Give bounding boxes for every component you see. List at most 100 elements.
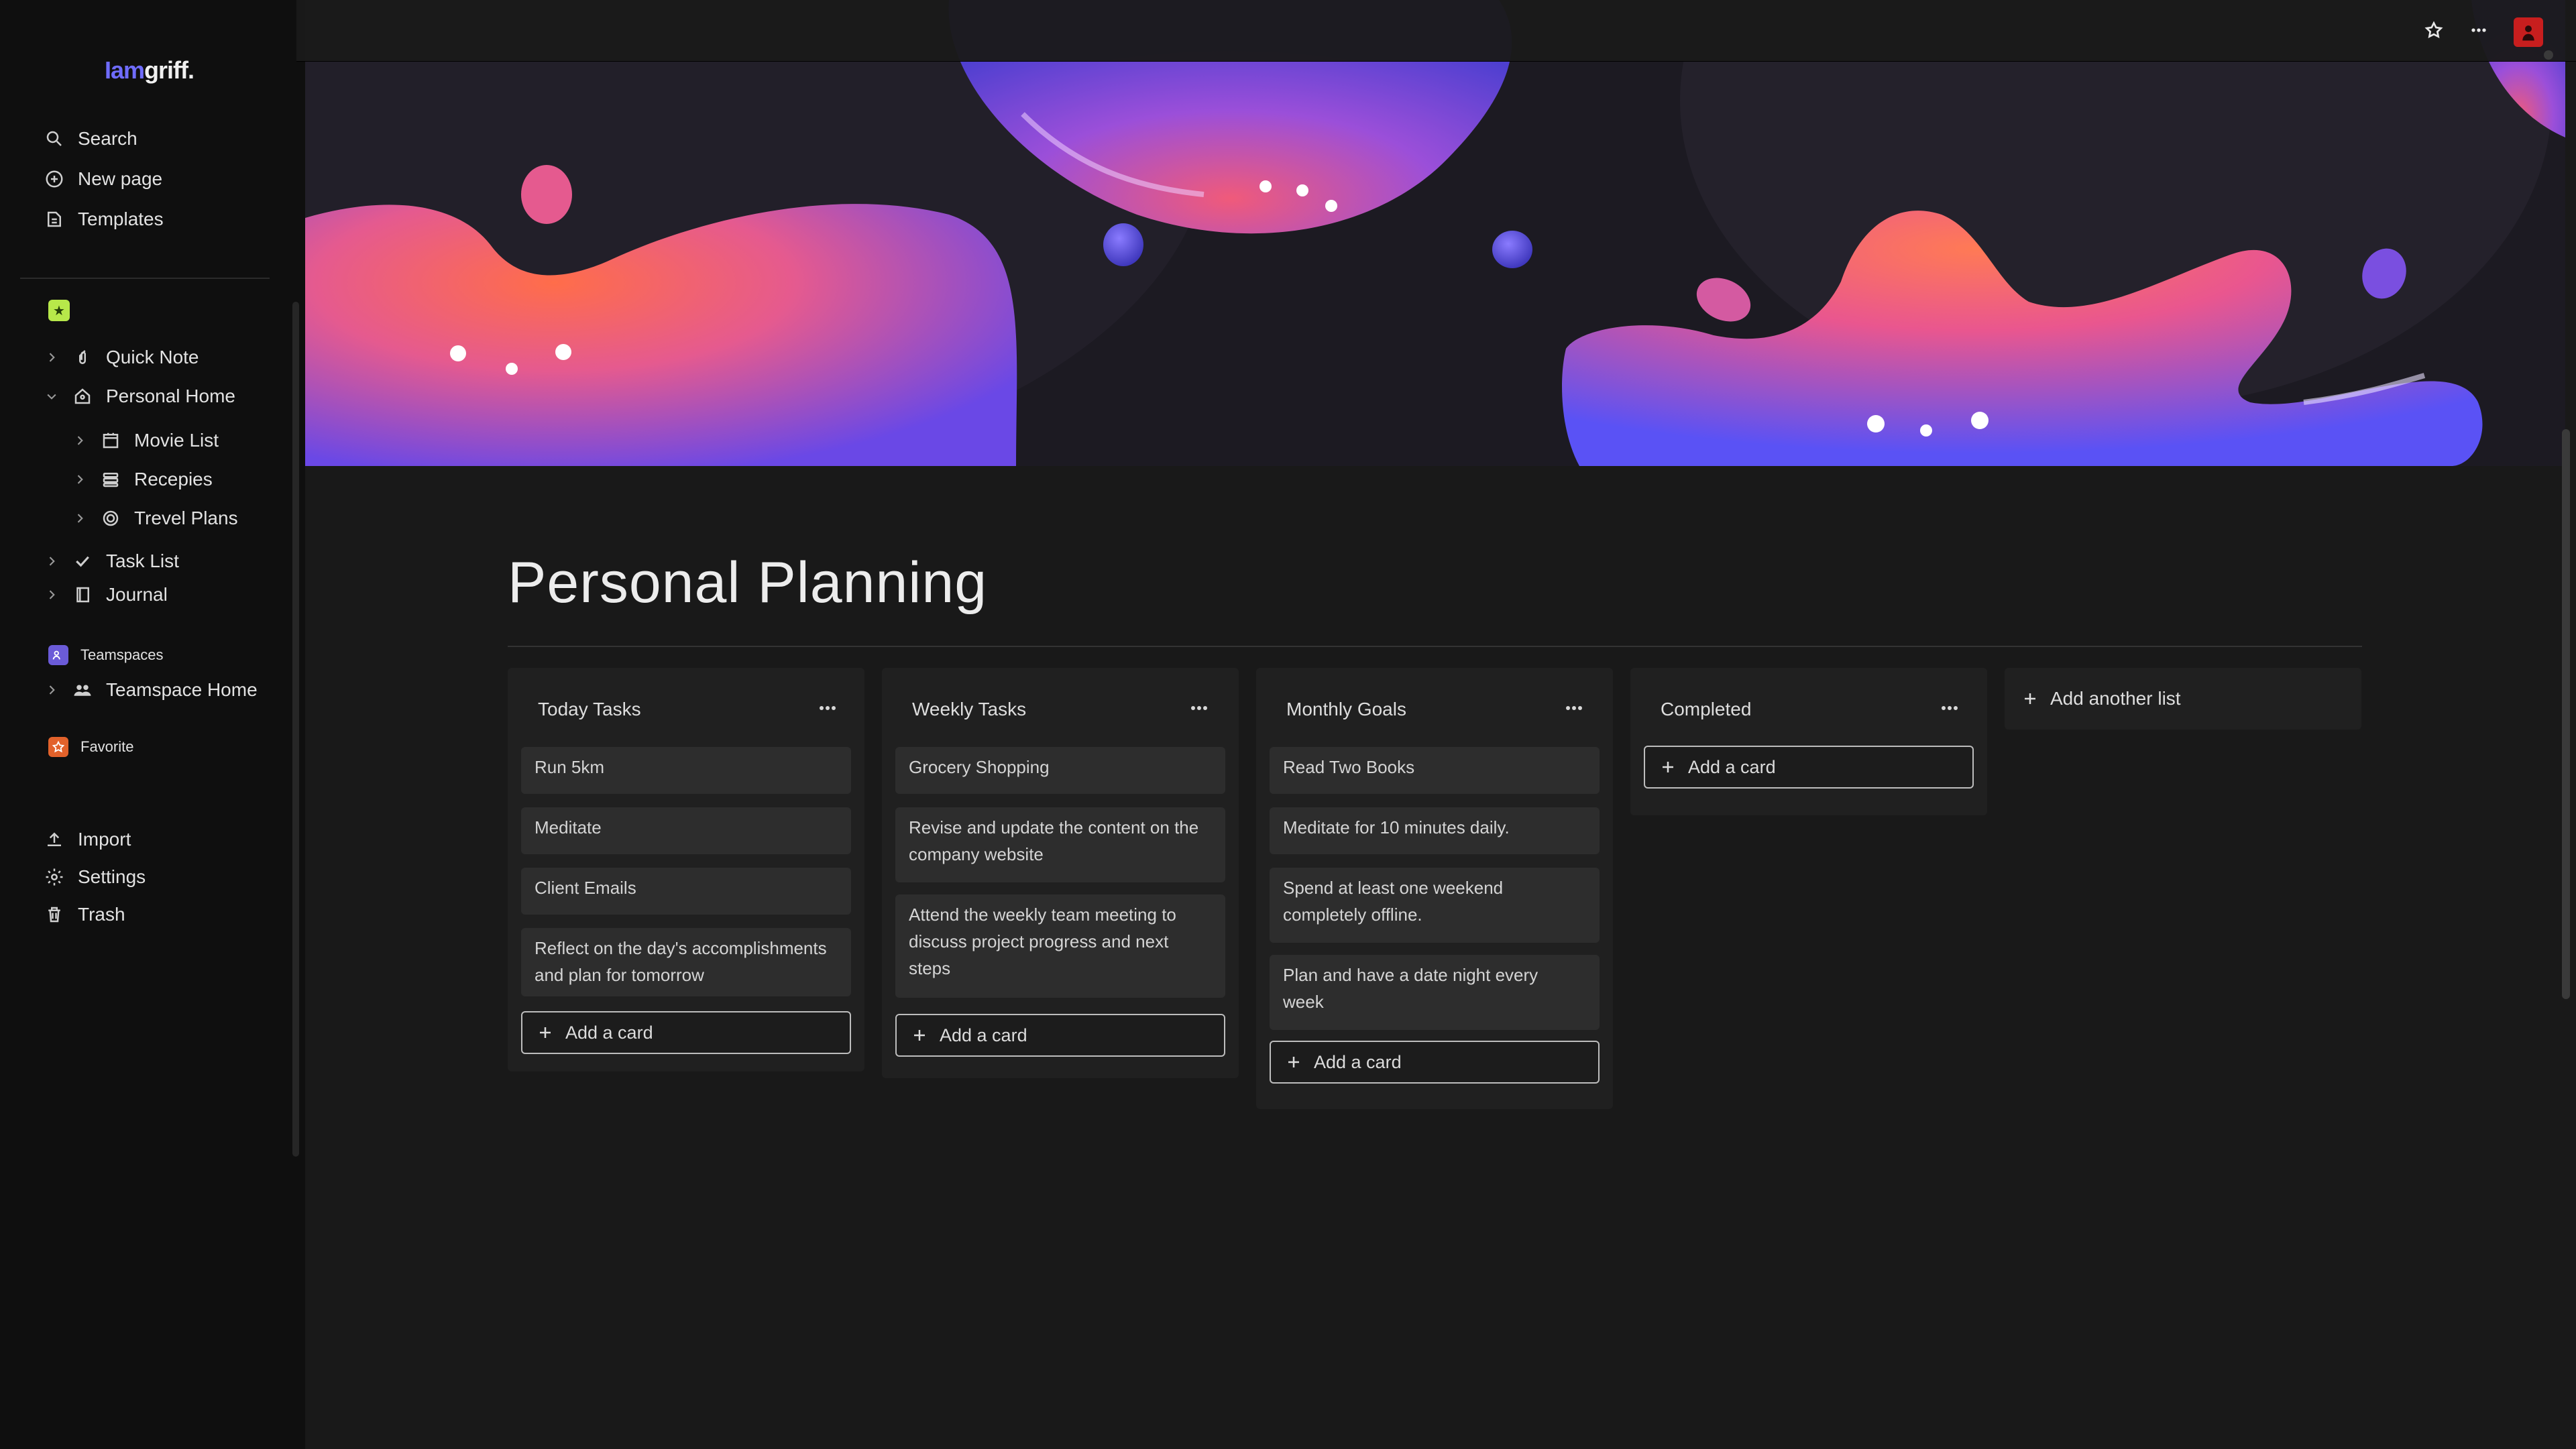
sidebar-settings-label: Settings <box>78 866 146 887</box>
more-options-icon[interactable] <box>1563 701 1585 715</box>
gear-icon <box>43 866 66 888</box>
list-card[interactable]: Run 5km <box>521 747 851 794</box>
add-card-label: Add a card <box>565 1022 653 1043</box>
sidebar-item-label: Journal <box>106 584 168 605</box>
sidebar-item-recepies[interactable]: Recepies <box>72 468 213 491</box>
sidebar-new-page[interactable]: New page <box>43 168 162 190</box>
list-title[interactable]: Completed <box>1661 699 1751 720</box>
logo-prefix: Iam <box>105 56 145 84</box>
favorite-icon <box>48 737 68 757</box>
title-divider <box>508 646 2362 647</box>
sidebar-import[interactable]: Import <box>43 828 131 851</box>
sidebar-settings[interactable]: Settings <box>43 866 146 888</box>
sidebar-search-label: Search <box>78 128 137 149</box>
sidebar-scrollbar[interactable] <box>292 302 299 1157</box>
page-title[interactable]: Personal Planning <box>508 550 987 616</box>
chevron-right-icon[interactable] <box>44 587 59 602</box>
top-bar <box>296 0 2576 62</box>
sidebar: Iamgriff. Search New page Templates ★ Qu… <box>0 0 305 1449</box>
teamspaces-section[interactable]: Teamspaces <box>48 645 164 665</box>
add-card-label: Add a card <box>1688 756 1776 777</box>
add-list-label: Add another list <box>2050 688 2181 709</box>
more-options-icon[interactable] <box>816 701 839 715</box>
sidebar-import-label: Import <box>78 829 131 850</box>
more-options-icon[interactable] <box>2466 17 2491 43</box>
sidebar-item-quick-note[interactable]: Quick Note <box>44 346 199 369</box>
list-card[interactable]: Plan and have a date night every week <box>1270 955 1600 1030</box>
sidebar-item-journal[interactable]: Journal <box>44 583 168 606</box>
favorite-section[interactable]: Favorite <box>48 737 133 757</box>
list-card[interactable]: Grocery Shopping <box>895 747 1225 794</box>
list-title[interactable]: Monthly Goals <box>1286 699 1406 720</box>
sidebar-item-personal-home[interactable]: Personal Home <box>44 385 235 408</box>
list-card[interactable]: Meditate <box>521 807 851 854</box>
chevron-right-icon[interactable] <box>72 472 87 487</box>
check-icon <box>71 550 94 573</box>
add-card-button[interactable]: Add a card <box>1270 1041 1600 1084</box>
plus-icon <box>540 1027 551 1038</box>
add-card-button[interactable]: Add a card <box>895 1014 1225 1057</box>
sidebar-item-label: Recepies <box>134 469 213 489</box>
list-card[interactable]: Meditate for 10 minutes daily. <box>1270 807 1600 854</box>
import-icon <box>43 828 66 851</box>
sidebar-item-movie-list[interactable]: Movie List <box>72 429 219 452</box>
sidebar-item-label: Task List <box>106 550 179 571</box>
board-list-weekly-tasks: Weekly Tasks Grocery Shopping Revise and… <box>882 668 1239 1078</box>
list-card[interactable]: Reflect on the day's accomplishments and… <box>521 928 851 996</box>
page-cover-image[interactable] <box>305 0 2565 466</box>
workspace-logo[interactable]: Iamgriff. <box>105 56 194 84</box>
list-card[interactable]: Attend the weekly team meeting to discus… <box>895 894 1225 998</box>
more-options-icon[interactable] <box>1188 701 1211 715</box>
chevron-right-icon[interactable] <box>44 554 59 569</box>
sidebar-item-label: Personal Home <box>106 386 235 406</box>
logo-suffix: griff. <box>144 56 194 84</box>
list-title[interactable]: Today Tasks <box>538 699 641 720</box>
search-icon <box>43 127 66 150</box>
list-card[interactable]: Revise and update the content on the com… <box>895 807 1225 882</box>
add-card-button[interactable]: Add a card <box>1644 746 1974 789</box>
chevron-down-icon[interactable] <box>44 389 59 404</box>
add-card-label: Add a card <box>1314 1051 1402 1072</box>
chevron-right-icon[interactable] <box>44 350 59 365</box>
main-scrollbar[interactable] <box>2562 429 2570 999</box>
board-list-completed: Completed Add a card <box>1630 668 1987 815</box>
list-card[interactable]: Read Two Books <box>1270 747 1600 794</box>
list-card[interactable]: Client Emails <box>521 868 851 915</box>
sidebar-item-trevel-plans[interactable]: Trevel Plans <box>72 507 238 530</box>
chevron-right-icon[interactable] <box>44 683 59 697</box>
board-list-today-tasks: Today Tasks Run 5km Meditate Client Emai… <box>508 668 864 1071</box>
scroll-indicator <box>2544 50 2553 60</box>
user-avatar[interactable] <box>2514 17 2543 47</box>
sidebar-new-page-label: New page <box>78 168 163 189</box>
more-options-icon[interactable] <box>1938 701 1961 715</box>
chevron-right-icon[interactable] <box>72 433 87 448</box>
home-icon <box>71 385 94 408</box>
add-card-button[interactable]: Add a card <box>521 1011 851 1054</box>
workspace-icon[interactable]: ★ <box>48 300 70 321</box>
add-card-label: Add a card <box>940 1025 1027 1045</box>
list-title[interactable]: Weekly Tasks <box>912 699 1026 720</box>
favorite-label: Favorite <box>80 738 134 755</box>
app-window: Iamgriff. Search New page Templates ★ Qu… <box>0 0 2576 1449</box>
sidebar-item-label: Quick Note <box>106 347 199 367</box>
plus-icon <box>1288 1057 1299 1067</box>
book-icon <box>71 583 94 606</box>
sidebar-item-task-list[interactable]: Task List <box>44 550 179 573</box>
favorite-star-icon[interactable] <box>2421 17 2447 43</box>
teamspaces-icon <box>48 645 68 665</box>
chevron-right-icon[interactable] <box>72 511 87 526</box>
add-list-button[interactable]: Add another list <box>2005 668 2361 730</box>
sidebar-trash[interactable]: Trash <box>43 903 125 926</box>
people-icon <box>71 679 94 701</box>
plus-icon <box>914 1030 925 1041</box>
pin-icon <box>71 346 94 369</box>
calendar-icon <box>99 429 122 452</box>
sidebar-item-teamspace-home[interactable]: Teamspace Home <box>44 679 258 701</box>
board-list-monthly-goals: Monthly Goals Read Two Books Meditate fo… <box>1256 668 1613 1109</box>
sidebar-search[interactable]: Search <box>43 127 137 150</box>
list-card[interactable]: Spend at least one weekend completely of… <box>1270 868 1600 943</box>
sidebar-templates[interactable]: Templates <box>43 208 164 231</box>
teamspaces-label: Teamspaces <box>80 646 164 663</box>
sidebar-item-label: Teamspace Home <box>106 679 258 700</box>
trash-icon <box>43 903 66 926</box>
